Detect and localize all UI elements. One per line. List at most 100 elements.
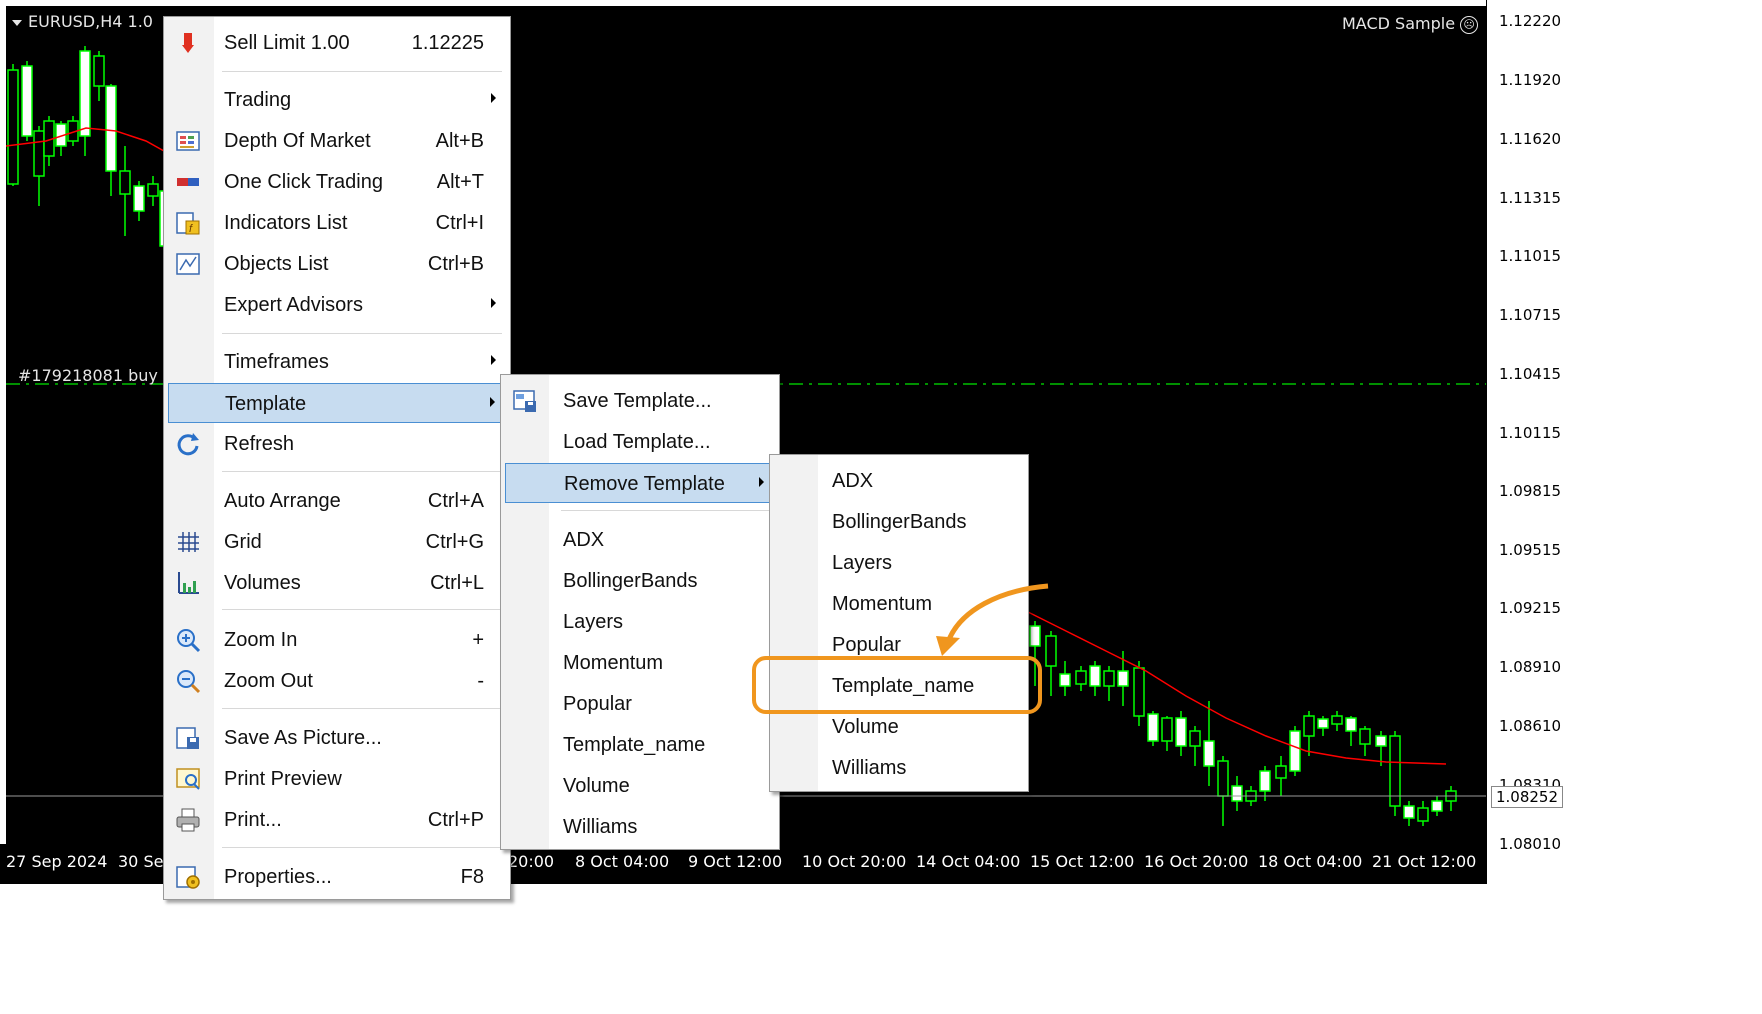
candle-body[interactable] [1103, 670, 1115, 687]
candle-body[interactable] [1345, 717, 1357, 732]
menu-item-label: BollingerBands [832, 511, 967, 533]
price-label: 1.09215 [1499, 599, 1562, 617]
candle-body[interactable] [1431, 800, 1443, 812]
current-price-tag: 1.08252 [1491, 786, 1563, 808]
main-item-volumes[interactable]: Volumes Ctrl+L [168, 563, 506, 603]
template-item-bollingerbands[interactable]: BollingerBands [505, 561, 775, 601]
candle-body[interactable] [1147, 713, 1159, 742]
candle-body[interactable] [119, 170, 131, 195]
candle-body[interactable] [1189, 730, 1201, 747]
candle-body[interactable] [1275, 765, 1287, 779]
menu-item-label: Save As Picture... [224, 727, 382, 749]
price-label: 1.09815 [1499, 482, 1562, 500]
candle-body[interactable] [1117, 670, 1129, 687]
zoom-out-icon [174, 667, 202, 695]
candle-body[interactable] [1317, 718, 1329, 729]
main-item-save-as-picture[interactable]: Save As Picture... [168, 718, 506, 758]
menu-item-label: Layers [563, 611, 624, 633]
expert-advisor-label[interactable]: MACD Sample ☹ [1342, 14, 1479, 34]
template-item-volume[interactable]: Volume [505, 766, 775, 806]
main-item-sell-limit-1-00[interactable]: Sell Limit 1.00 1.12225 [168, 23, 506, 63]
main-item-trading[interactable]: Trading [168, 80, 506, 120]
symbol-label[interactable]: EURUSD,H4 1.0 [12, 12, 153, 31]
candle-body[interactable] [21, 65, 33, 137]
candle-body[interactable] [1417, 807, 1429, 822]
main-item-properties[interactable]: Properties... F8 [168, 857, 506, 897]
candle-body[interactable] [1161, 717, 1173, 742]
volumes-icon [174, 569, 202, 597]
symbol-dropdown-icon[interactable] [12, 19, 22, 26]
main-item-zoom-out[interactable]: Zoom Out - [168, 661, 506, 701]
menu-item-label: Refresh [224, 433, 295, 455]
menu-item-label: Volumes [224, 572, 301, 594]
template-item-popular[interactable]: Popular [505, 684, 775, 724]
candle-body[interactable] [1231, 785, 1243, 802]
candle-body[interactable] [1133, 667, 1145, 717]
candle-body[interactable] [93, 55, 105, 87]
objects-list-icon [174, 250, 202, 278]
template-item-load-template[interactable]: Load Template... [505, 422, 775, 462]
main-item-template[interactable]: Template [168, 383, 506, 423]
remove-item-bollingerbands[interactable]: BollingerBands [774, 502, 1024, 542]
menu-item-label: Print... [224, 809, 282, 831]
template-item-layers[interactable]: Layers [505, 602, 775, 642]
candle-body[interactable] [1359, 728, 1371, 745]
remove-item-adx[interactable]: ADX [774, 461, 1024, 501]
callout-arrow-icon [936, 583, 1049, 656]
candle-body[interactable] [133, 185, 145, 212]
remove-item-williams[interactable]: Williams [774, 748, 1024, 788]
template-item-williams[interactable]: Williams [505, 807, 775, 847]
candle-body[interactable] [1175, 717, 1187, 747]
main-item-print[interactable]: Print... Ctrl+P [168, 800, 506, 840]
main-item-indicators-list[interactable]: f Indicators List Ctrl+I [168, 203, 506, 243]
menu-separator [222, 71, 502, 72]
candle-body[interactable] [7, 69, 19, 185]
main-item-auto-arrange[interactable]: Auto Arrange Ctrl+A [168, 481, 506, 521]
price-axis[interactable]: 1.12220 1.11920 1.11620 1.11315 1.11015 1.107… [1486, 0, 1569, 884]
candle-body[interactable] [1059, 673, 1071, 687]
candle-body[interactable] [1375, 735, 1387, 747]
template-item-save-template[interactable]: Save Template... [505, 381, 775, 421]
highlight-callout [752, 656, 1042, 714]
remove-item-layers[interactable]: Layers [774, 543, 1024, 583]
candle-body[interactable] [1331, 715, 1343, 725]
main-item-zoom-in[interactable]: Zoom In + [168, 620, 506, 660]
template-item-adx[interactable]: ADX [505, 520, 775, 560]
menu-item-label: Trading [224, 89, 292, 111]
main-item-expert-advisors[interactable]: Expert Advisors [168, 285, 506, 325]
candle-body[interactable] [1075, 670, 1087, 685]
candle-body[interactable] [1289, 730, 1301, 772]
price-label: 1.09515 [1499, 541, 1562, 559]
candle-body[interactable] [1203, 740, 1215, 767]
main-item-objects-list[interactable]: Objects List Ctrl+B [168, 244, 506, 284]
price-label: 1.11920 [1499, 71, 1562, 89]
menu-item-label: Zoom In [224, 629, 298, 651]
menu-item-label: Timeframes [224, 351, 329, 373]
candle-body[interactable] [1303, 715, 1315, 737]
menu-item-shortcut: Ctrl+P [427, 809, 484, 831]
save-template-icon [511, 387, 539, 415]
main-item-print-preview[interactable]: Print Preview [168, 759, 506, 799]
candle-body[interactable] [1089, 665, 1101, 687]
template-item-momentum[interactable]: Momentum [505, 643, 775, 683]
menu-item-label: Auto Arrange [224, 490, 341, 512]
main-item-one-click-trading[interactable]: One Click Trading Alt+T [168, 162, 506, 202]
candle-body[interactable] [1259, 770, 1271, 792]
candle-body[interactable] [79, 50, 91, 137]
main-item-refresh[interactable]: Refresh [168, 424, 506, 464]
candle-body[interactable] [33, 130, 45, 177]
candle-body[interactable] [105, 85, 117, 172]
template-item-template-name[interactable]: Template_name [505, 725, 775, 765]
main-item-grid[interactable]: Grid Ctrl+G [168, 522, 506, 562]
candle-body[interactable] [1217, 760, 1229, 797]
indicators-list-icon: f [174, 209, 202, 237]
template-item-remove-template[interactable]: Remove Template [505, 463, 775, 503]
main-item-timeframes[interactable]: Timeframes [168, 342, 506, 382]
menu-item-shortcut: 1.12225 [411, 32, 484, 54]
candle-body[interactable] [147, 183, 159, 197]
candle-body[interactable] [1403, 805, 1415, 819]
menu-item-label: Popular [563, 693, 632, 715]
main-item-depth-of-market[interactable]: Depth Of Market Alt+B [168, 121, 506, 161]
price-label: 1.08910 [1499, 658, 1562, 676]
price-label: 1.10715 [1499, 306, 1562, 324]
